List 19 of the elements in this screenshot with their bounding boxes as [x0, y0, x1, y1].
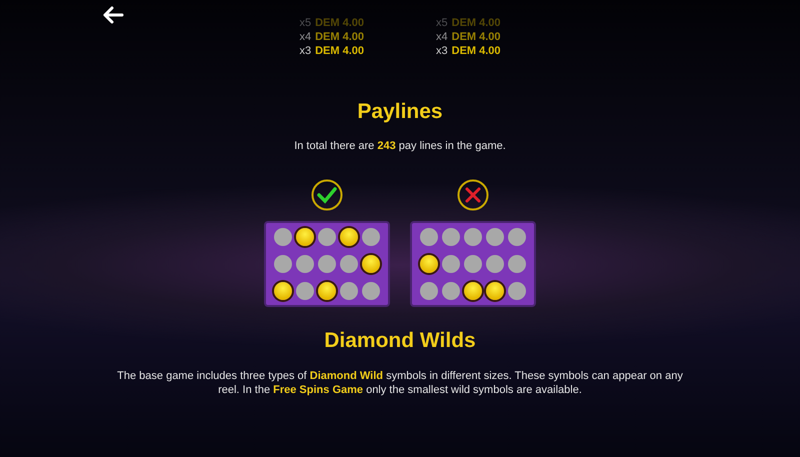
section-text: In total there are 243 pay lines in the game. — [294, 139, 506, 153]
payout: DEM 4.00 — [315, 30, 364, 44]
payout: DEM 4.00 — [452, 44, 501, 58]
section-title: Paylines — [357, 100, 443, 124]
cross-icon — [457, 179, 489, 211]
payout: DEM 4.00 — [452, 30, 501, 44]
multiplier: x4 — [299, 30, 312, 44]
back-arrow-icon — [102, 6, 124, 24]
multiplier: x5 — [436, 16, 448, 30]
payout: DEM 4.00 — [452, 16, 501, 30]
section-text: The base game includes three types of Diamond Wild symbols in different sizes. These symbols can appear on any reel. In the Free Spins Game only the smallest wild symbols are available. — [116, 369, 684, 397]
multiplier: x4 — [436, 30, 448, 44]
multiplier: x3 — [436, 44, 448, 58]
payout: DEM 4.00 — [315, 16, 364, 30]
multiplier: x5 — [299, 16, 312, 30]
section-title: Diamond Wilds — [324, 329, 476, 353]
check-icon — [311, 179, 343, 211]
multiplier: x3 — [299, 44, 312, 58]
payout: DEM 4.00 — [315, 44, 364, 58]
